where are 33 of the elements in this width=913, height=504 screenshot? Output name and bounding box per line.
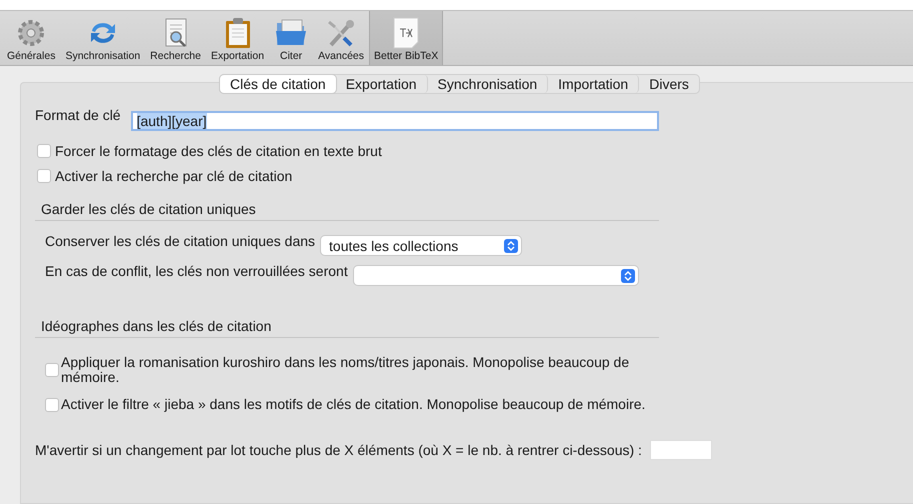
checkbox-label: Activer le filtre « jieba » dans les motifs de clés de citation. Monopolise beaucoup de mémoire. <box>61 397 646 412</box>
tab[interactable]: Importation <box>548 75 640 93</box>
section-heading: Idéographes dans les clés de citation <box>35 318 659 338</box>
checkbox-label: Activer la recherche par clé de citation <box>55 168 292 184</box>
toolbar-item[interactable]: Recherche <box>145 11 206 65</box>
toolbar-item[interactable]: Better BibTeX <box>369 11 444 65</box>
tab[interactable]: Clés de citation <box>220 75 336 93</box>
checkbox[interactable] <box>45 398 59 412</box>
toolbar-item[interactable]: Avancées <box>313 11 370 65</box>
tab[interactable]: Exportation <box>336 75 428 93</box>
checkbox-label: Appliquer la romanisation kuroshiro dans les noms/titres japonais. Monopolise beaucoup de mémoire. <box>61 355 630 385</box>
stepper-icon <box>620 268 635 282</box>
toolbar-item[interactable]: Synchronisation <box>60 11 146 65</box>
stepper-icon <box>504 238 518 252</box>
checkbox-label: Forcer le formatage des clés de citation en texte brut <box>55 143 382 159</box>
checkbox[interactable] <box>37 144 51 158</box>
dropdown-value: toutes les collections <box>329 238 458 254</box>
tab[interactable]: Synchronisation <box>428 75 548 93</box>
toolbar-item[interactable]: Générales <box>2 11 60 65</box>
field-label: M'avertir si un changement par lot touche plus de X éléments (où X = le nb. à rentrer ci-dessous) : <box>35 442 642 458</box>
checkbox[interactable] <box>37 169 51 183</box>
field-label: Conserver les clés de citation uniques dans <box>45 233 316 249</box>
checkbox[interactable] <box>45 363 59 377</box>
field-label: En cas de conflit, les clés non verrouillées seront <box>45 263 348 279</box>
section-heading: Garder les clés de citation uniques <box>35 201 659 221</box>
tab[interactable]: Divers <box>639 75 699 93</box>
toolbar-item[interactable]: Exportation <box>206 11 270 65</box>
input-field[interactable] <box>650 440 712 460</box>
dropdown[interactable] <box>354 266 638 285</box>
field-label: Format de clé <box>35 107 121 123</box>
input-field[interactable]: [auth][year] <box>130 111 659 131</box>
toolbar-item[interactable]: Citer <box>269 11 314 65</box>
dropdown[interactable]: toutes les collections <box>321 236 522 255</box>
